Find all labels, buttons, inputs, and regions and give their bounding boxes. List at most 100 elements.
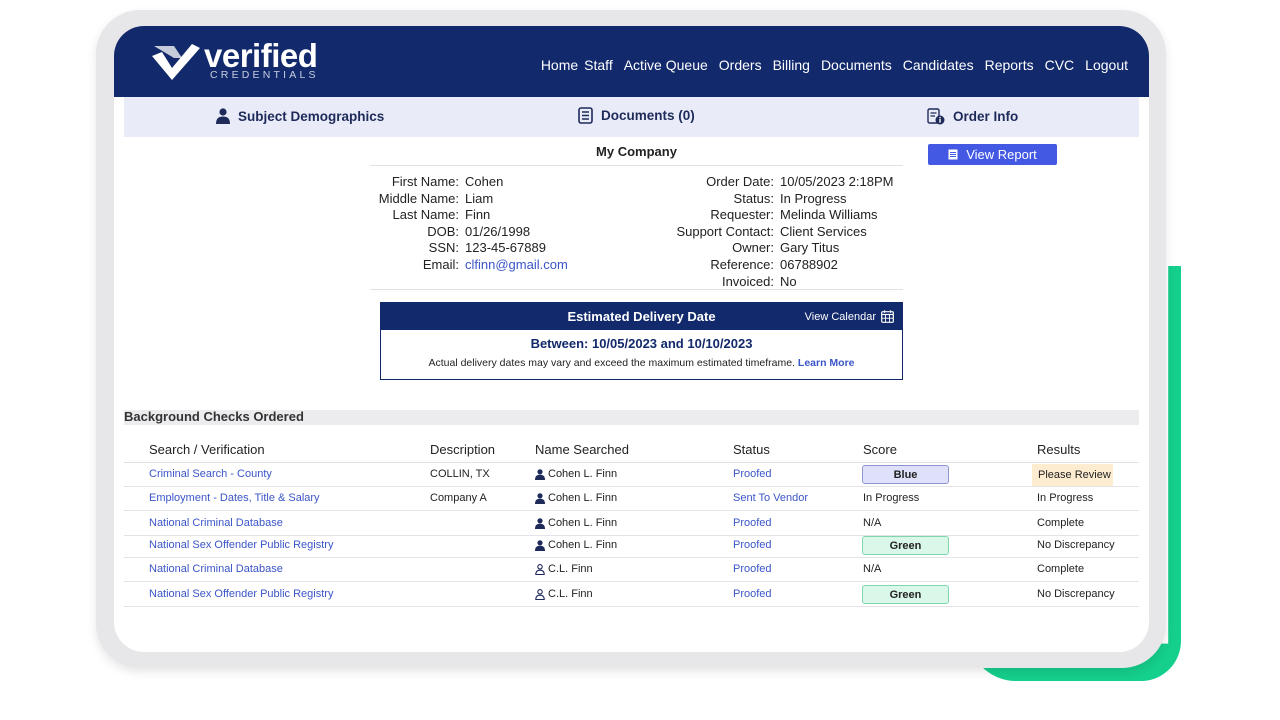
- detail-value: 123-45-67889: [465, 240, 546, 256]
- report-icon: [948, 149, 958, 160]
- table-row: Criminal Search - County COLLIN, TX Cohen …: [124, 463, 1139, 487]
- name-searched: Cohen L. Finn: [548, 539, 618, 551]
- table-row: National Sex Offender Public Registry C.L…: [124, 583, 1139, 607]
- search-link[interactable]: National Sex Offender Public Registry: [149, 539, 333, 551]
- detail-row: Status: In Progress: [622, 191, 893, 208]
- description-cell: Company A: [430, 492, 487, 504]
- person-icon: [535, 563, 545, 575]
- detail-row: Last Name: Finn: [370, 207, 568, 224]
- view-report-label: View Report: [966, 147, 1037, 162]
- delivery-range: Between: 10/05/2023 and 10/10/2023: [530, 336, 753, 351]
- detail-row: Invoiced: No: [622, 274, 893, 291]
- name-searched: Cohen L. Finn: [548, 468, 618, 480]
- detail-label: Reference:: [710, 256, 774, 272]
- person-icon: [535, 517, 545, 529]
- column-header: Results: [1037, 442, 1081, 457]
- name-searched-cell: Cohen L. Finn: [535, 468, 617, 480]
- section-title: Background Checks Ordered: [124, 410, 1139, 425]
- detail-label: Owner:: [732, 240, 774, 256]
- subject-details: First Name: Cohen Middle Name: Liam Last Nam…: [370, 174, 568, 274]
- search-link[interactable]: Employment - Dates, Title & Salary: [149, 492, 320, 504]
- nav-logout[interactable]: Logout: [1085, 57, 1128, 73]
- tab-subject-demographics[interactable]: Subject Demographics: [216, 108, 384, 124]
- column-header: Status: [733, 442, 770, 457]
- nav-orders[interactable]: Orders: [719, 57, 762, 73]
- status-link[interactable]: Proofed: [733, 517, 772, 529]
- person-icon: [216, 108, 230, 124]
- main-nav: Home Staff Active Queue Orders Billing D…: [541, 57, 1128, 73]
- checks-table-header: Search / Verification Description Name S…: [124, 440, 1139, 463]
- tab-documents[interactable]: Documents (0): [578, 107, 695, 124]
- nav-staff[interactable]: Staff: [584, 57, 613, 73]
- result-review-badge[interactable]: Please Review: [1032, 464, 1113, 486]
- column-header: Score: [863, 442, 897, 457]
- score-text: N/A: [863, 517, 882, 529]
- delivery-note-text: Actual delivery dates may vary and excee…: [428, 357, 795, 369]
- detail-row: Owner: Gary Titus: [622, 240, 893, 257]
- detail-value: Liam: [465, 190, 494, 206]
- detail-label: Status:: [733, 190, 774, 206]
- name-searched-cell: C.L. Finn: [535, 563, 593, 575]
- name-searched-cell: Cohen L. Finn: [535, 517, 617, 529]
- table-row: National Criminal Database Cohen L. Finn P…: [124, 512, 1139, 536]
- score-text: N/A: [863, 563, 882, 575]
- nav-cvc[interactable]: CVC: [1045, 57, 1075, 73]
- score-badge: Green: [862, 585, 949, 604]
- detail-value: Melinda Williams: [780, 207, 878, 223]
- detail-label: Last Name:: [392, 207, 459, 223]
- name-searched: C.L. Finn: [548, 563, 593, 575]
- detail-label: Requester:: [710, 207, 774, 223]
- delivery-header: Estimated Delivery Date View Calendar: [381, 303, 902, 330]
- divider: [370, 289, 903, 290]
- search-link[interactable]: National Sex Offender Public Registry: [149, 588, 333, 600]
- tab-order-info[interactable]: Order Info: [927, 108, 1018, 125]
- brand-logo[interactable]: verified CREDENTIALS: [152, 37, 324, 82]
- column-header: Search / Verification: [149, 442, 265, 457]
- detail-label: First Name:: [391, 174, 459, 189]
- name-searched-cell: C.L. Finn: [535, 588, 593, 600]
- detail-label: Support Contact:: [676, 223, 774, 239]
- search-link[interactable]: Criminal Search - County: [149, 468, 272, 480]
- result-cell: In Progress: [1037, 492, 1094, 504]
- detail-label: Order Date:: [706, 174, 774, 189]
- status-link[interactable]: Proofed: [733, 563, 772, 575]
- nav-active-queue[interactable]: Active Queue: [624, 57, 708, 73]
- search-link[interactable]: National Criminal Database: [149, 517, 283, 529]
- nav-candidates[interactable]: Candidates: [903, 57, 974, 73]
- detail-row: Requester: Melinda Williams: [622, 207, 893, 224]
- tab-label: Documents (0): [601, 108, 695, 123]
- nav-home[interactable]: Home: [541, 57, 578, 73]
- learn-more-link[interactable]: Learn More: [798, 357, 855, 369]
- name-searched-cell: Cohen L. Finn: [535, 492, 617, 504]
- estimated-delivery-panel: Estimated Delivery Date View Calendar Be…: [380, 302, 903, 380]
- top-navigation-bar: verified CREDENTIALS Home Staff Active Q…: [114, 26, 1149, 97]
- status-link[interactable]: Proofed: [733, 468, 772, 480]
- detail-row: Order Date: 10/05/2023 2:18PM: [622, 174, 893, 191]
- detail-label: DOB:: [427, 223, 459, 239]
- divider: [370, 165, 903, 166]
- name-searched: C.L. Finn: [548, 588, 593, 600]
- detail-value: 10/05/2023 2:18PM: [780, 174, 894, 189]
- person-icon: [535, 588, 545, 600]
- nav-billing[interactable]: Billing: [773, 57, 810, 73]
- view-calendar-link[interactable]: View Calendar: [805, 310, 894, 323]
- detail-label: Invoiced:: [721, 273, 774, 289]
- result-cell: No Discrepancy: [1037, 588, 1115, 600]
- status-link[interactable]: Proofed: [733, 539, 772, 551]
- view-calendar-label: View Calendar: [804, 310, 876, 323]
- order-info-icon: [927, 108, 945, 125]
- email-link[interactable]: clfinn@gmail.com: [465, 257, 568, 274]
- detail-value: 06788902: [780, 256, 838, 272]
- name-searched-cell: Cohen L. Finn: [535, 539, 617, 551]
- status-link[interactable]: Sent To Vendor: [733, 492, 808, 504]
- search-link[interactable]: National Criminal Database: [149, 563, 283, 575]
- company-name: My Company: [596, 144, 677, 159]
- person-icon: [535, 468, 545, 480]
- view-report-button[interactable]: View Report: [928, 144, 1057, 165]
- status-link[interactable]: Proofed: [733, 588, 772, 600]
- nav-documents[interactable]: Documents: [821, 57, 892, 73]
- tab-label: Subject Demographics: [238, 108, 385, 124]
- person-icon: [535, 539, 545, 551]
- nav-reports[interactable]: Reports: [985, 57, 1034, 73]
- detail-label: SSN:: [428, 240, 459, 256]
